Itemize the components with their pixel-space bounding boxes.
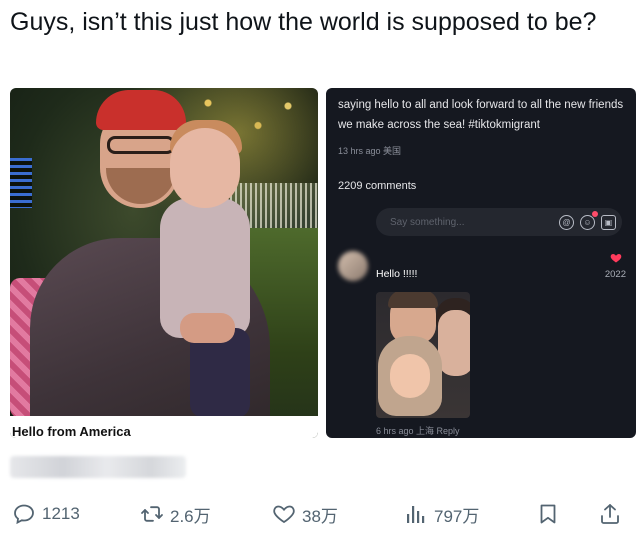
- person-face: [438, 310, 470, 376]
- reply-count: 1213: [42, 504, 80, 523]
- comments-count: 2209 comments: [338, 180, 417, 192]
- reply-icon: [14, 504, 34, 525]
- comment-placeholder: Say something...: [390, 216, 465, 228]
- repost-icon: [141, 506, 163, 522]
- post-text: Guys, isn’t this just how the world is s…: [10, 8, 597, 36]
- reply-meta[interactable]: 6 hrs ago 上海 Reply: [376, 424, 460, 437]
- baby-face: [390, 354, 430, 398]
- selfie-image[interactable]: [376, 292, 470, 418]
- views-icon: [407, 506, 425, 523]
- bookmark-icon: [540, 504, 556, 524]
- post-meta: 13 hrs ago 美国: [338, 146, 402, 156]
- share-icon: [601, 504, 619, 524]
- reply-button[interactable]: 1213: [12, 496, 80, 532]
- avatar[interactable]: [338, 251, 368, 281]
- bookmark-button[interactable]: [536, 496, 560, 532]
- views-count: 797万: [434, 506, 480, 526]
- views-button[interactable]: 797万: [404, 496, 479, 532]
- person-hair: [388, 292, 438, 308]
- blurred-author-name: [10, 456, 186, 478]
- share-button[interactable]: [598, 496, 622, 532]
- photo-father-baby[interactable]: Hello from America: [10, 88, 318, 438]
- tiktok-screenshot[interactable]: saying hello to all and look forward to …: [326, 88, 636, 438]
- image-icon[interactable]: ▣: [601, 214, 616, 230]
- emoji-icon[interactable]: ☺: [580, 210, 598, 230]
- blue-lights: [10, 158, 32, 208]
- comment-like-count: 2022: [604, 269, 626, 280]
- like-button[interactable]: 38万: [272, 496, 338, 532]
- repost-count: 2.6万: [170, 506, 211, 526]
- media-grid[interactable]: Hello from America saying hello to all a…: [10, 88, 636, 438]
- at-icon[interactable]: @: [559, 214, 574, 230]
- glasses: [107, 136, 175, 154]
- video-description: saying hello to all and look forward to …: [338, 99, 624, 131]
- notification-dot: [592, 210, 598, 217]
- action-bar: 1213 2.6万 38万 797万: [0, 496, 640, 536]
- like-icon: [273, 505, 295, 524]
- comment-text: Hello !!!!!: [376, 268, 418, 280]
- repost-button[interactable]: 2.6万: [140, 496, 211, 532]
- hand: [180, 313, 235, 343]
- heart-icon[interactable]: [610, 252, 622, 264]
- baby-face: [170, 128, 240, 208]
- comment-input[interactable]: Say something... @ ☺ ▣: [376, 208, 622, 236]
- red-cap: [96, 90, 186, 130]
- left-photo-caption: Hello from America: [10, 416, 318, 438]
- like-count: 38万: [302, 506, 338, 526]
